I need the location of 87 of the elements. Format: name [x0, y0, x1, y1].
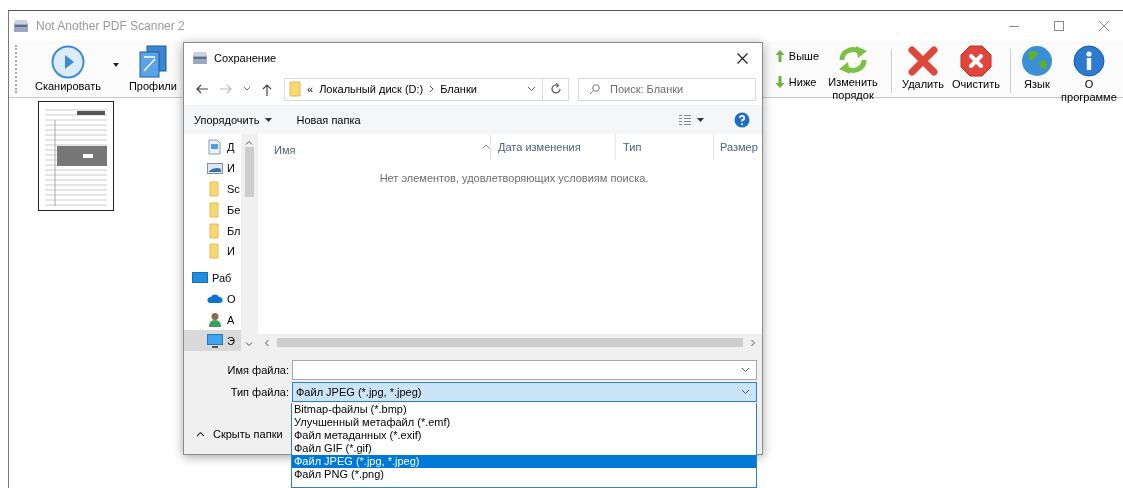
nav-item[interactable]: Д	[184, 137, 241, 158]
chevron-up-icon	[196, 431, 205, 437]
file-type-option[interactable]: Bitmap-файлы (*.bmp)	[292, 403, 756, 416]
address-bar[interactable]: « Локальный диск (D:) Бланки	[284, 77, 569, 101]
chevron-up-icon	[245, 140, 253, 145]
chevron-down-icon	[243, 86, 251, 92]
up-arrow-icon	[774, 49, 785, 63]
info-icon	[1072, 45, 1105, 77]
column-header[interactable]: Размер	[714, 134, 762, 160]
dropdown-chevron-icon	[527, 86, 536, 92]
file-type-option[interactable]: Улучшенный метафайл (*.emf)	[292, 416, 756, 429]
nav-item[interactable]: Раб	[184, 267, 241, 289]
dropdown-chevron-icon	[741, 389, 750, 395]
file-type-option[interactable]: Файл JPEG (*.jpg, *.jpeg)	[292, 455, 756, 468]
field-label: Имя файла:	[226, 364, 289, 376]
file-type-option[interactable]: Файл PNG (*.png)	[292, 468, 756, 481]
chevron-right-icon	[751, 338, 756, 347]
overflow-chevrons[interactable]: «	[307, 83, 314, 95]
dialog-title: Сохранение	[214, 52, 278, 64]
search-input[interactable]: Поиск: Бланки	[610, 83, 740, 95]
globe-icon	[1020, 45, 1053, 77]
field-label: Тип файла:	[229, 386, 289, 398]
chevron-left-icon	[264, 338, 269, 347]
down-arrow-icon	[774, 75, 785, 89]
toolbar-button[interactable]: Очистить	[948, 45, 1004, 91]
refresh-icon	[549, 83, 562, 95]
toolbar-button[interactable]: О программе	[1056, 45, 1121, 104]
toolbar-button[interactable]: Выше	[772, 49, 822, 63]
nav-item[interactable]: И	[184, 157, 241, 179]
close-icon	[1099, 21, 1109, 31]
scanner-icon	[192, 50, 208, 66]
column-header[interactable]: Дата изменения	[491, 134, 616, 160]
nav-item[interactable]: Э	[184, 330, 241, 351]
hide-folders-button[interactable]: Скрыть папки	[194, 426, 285, 442]
toolbar-button[interactable]: Язык	[1016, 45, 1057, 91]
breadcrumb[interactable]: Локальный диск (D:)	[319, 83, 424, 95]
list-view-icon	[679, 113, 691, 126]
toolbar-button[interactable]: Изменить порядок	[821, 45, 886, 102]
nav-item[interactable]: И	[184, 241, 241, 262]
dropdown-chevron-icon	[741, 367, 750, 373]
file-type-option[interactable]: Файл метаданных (*.exif)	[292, 429, 756, 442]
file-type-option[interactable]: Файл GIF (*.gif)	[292, 442, 756, 455]
maximize-icon	[1054, 21, 1064, 31]
chevron-icon	[429, 85, 435, 93]
left-arrow-icon	[195, 83, 209, 95]
octagon-cross-icon	[959, 45, 992, 77]
right-arrow-icon	[219, 83, 233, 95]
file-type-dropdown[interactable]: Файл JPEG (*.jpg, *.jpeg)	[292, 382, 757, 402]
up-arrow-icon	[261, 82, 273, 96]
window-title: Not Another PDF Scanner 2	[36, 19, 186, 33]
search-field[interactable]: Поиск: Бланки	[578, 77, 756, 101]
folder-icon	[289, 81, 301, 97]
picture-icon	[207, 160, 223, 177]
documents-icon	[136, 45, 169, 79]
nav-item[interactable]: Sc	[184, 178, 241, 200]
chevron-down-icon	[245, 342, 253, 347]
caret-icon	[112, 63, 119, 67]
scanned-page-thumbnail[interactable]	[38, 101, 114, 211]
caret-icon	[265, 117, 273, 122]
cross-icon	[907, 45, 940, 77]
user-icon	[207, 311, 223, 328]
nav-item[interactable]: Бл	[184, 220, 241, 241]
organize-menu-button[interactable]: Упорядочить	[192, 111, 275, 128]
nav-item[interactable]: A	[184, 309, 241, 331]
help-icon	[734, 111, 750, 128]
nav-item[interactable]: Бе	[184, 199, 241, 221]
empty-message: Нет элементов, удовлетворяющих условиям поиска.	[378, 171, 650, 186]
scrollbar-thumb[interactable]	[277, 338, 743, 347]
breadcrumb[interactable]: Бланки	[440, 83, 477, 95]
computer-icon	[207, 332, 223, 349]
toolbar-button[interactable]: Удалить	[898, 45, 949, 91]
scan-button[interactable]: Сканировать	[31, 45, 105, 93]
caret-icon	[697, 117, 704, 122]
column-header[interactable]: Тип	[616, 134, 714, 160]
scanner-icon	[13, 18, 29, 34]
column-header[interactable]: Имя	[258, 134, 491, 160]
search-icon	[589, 83, 600, 95]
new-folder-button[interactable]: Новая папка	[294, 111, 363, 128]
toolbar-button[interactable]: Ниже	[772, 75, 822, 89]
scrollbar-thumb[interactable]	[244, 147, 254, 197]
file-name-field[interactable]	[292, 360, 757, 380]
vertical-scrollbar[interactable]	[241, 134, 257, 351]
nav-item[interactable]: O	[184, 288, 241, 310]
play-icon	[50, 45, 85, 79]
close-icon	[736, 52, 748, 64]
toolbar-button[interactable]: Профили	[124, 45, 181, 93]
document-icon	[207, 139, 223, 156]
